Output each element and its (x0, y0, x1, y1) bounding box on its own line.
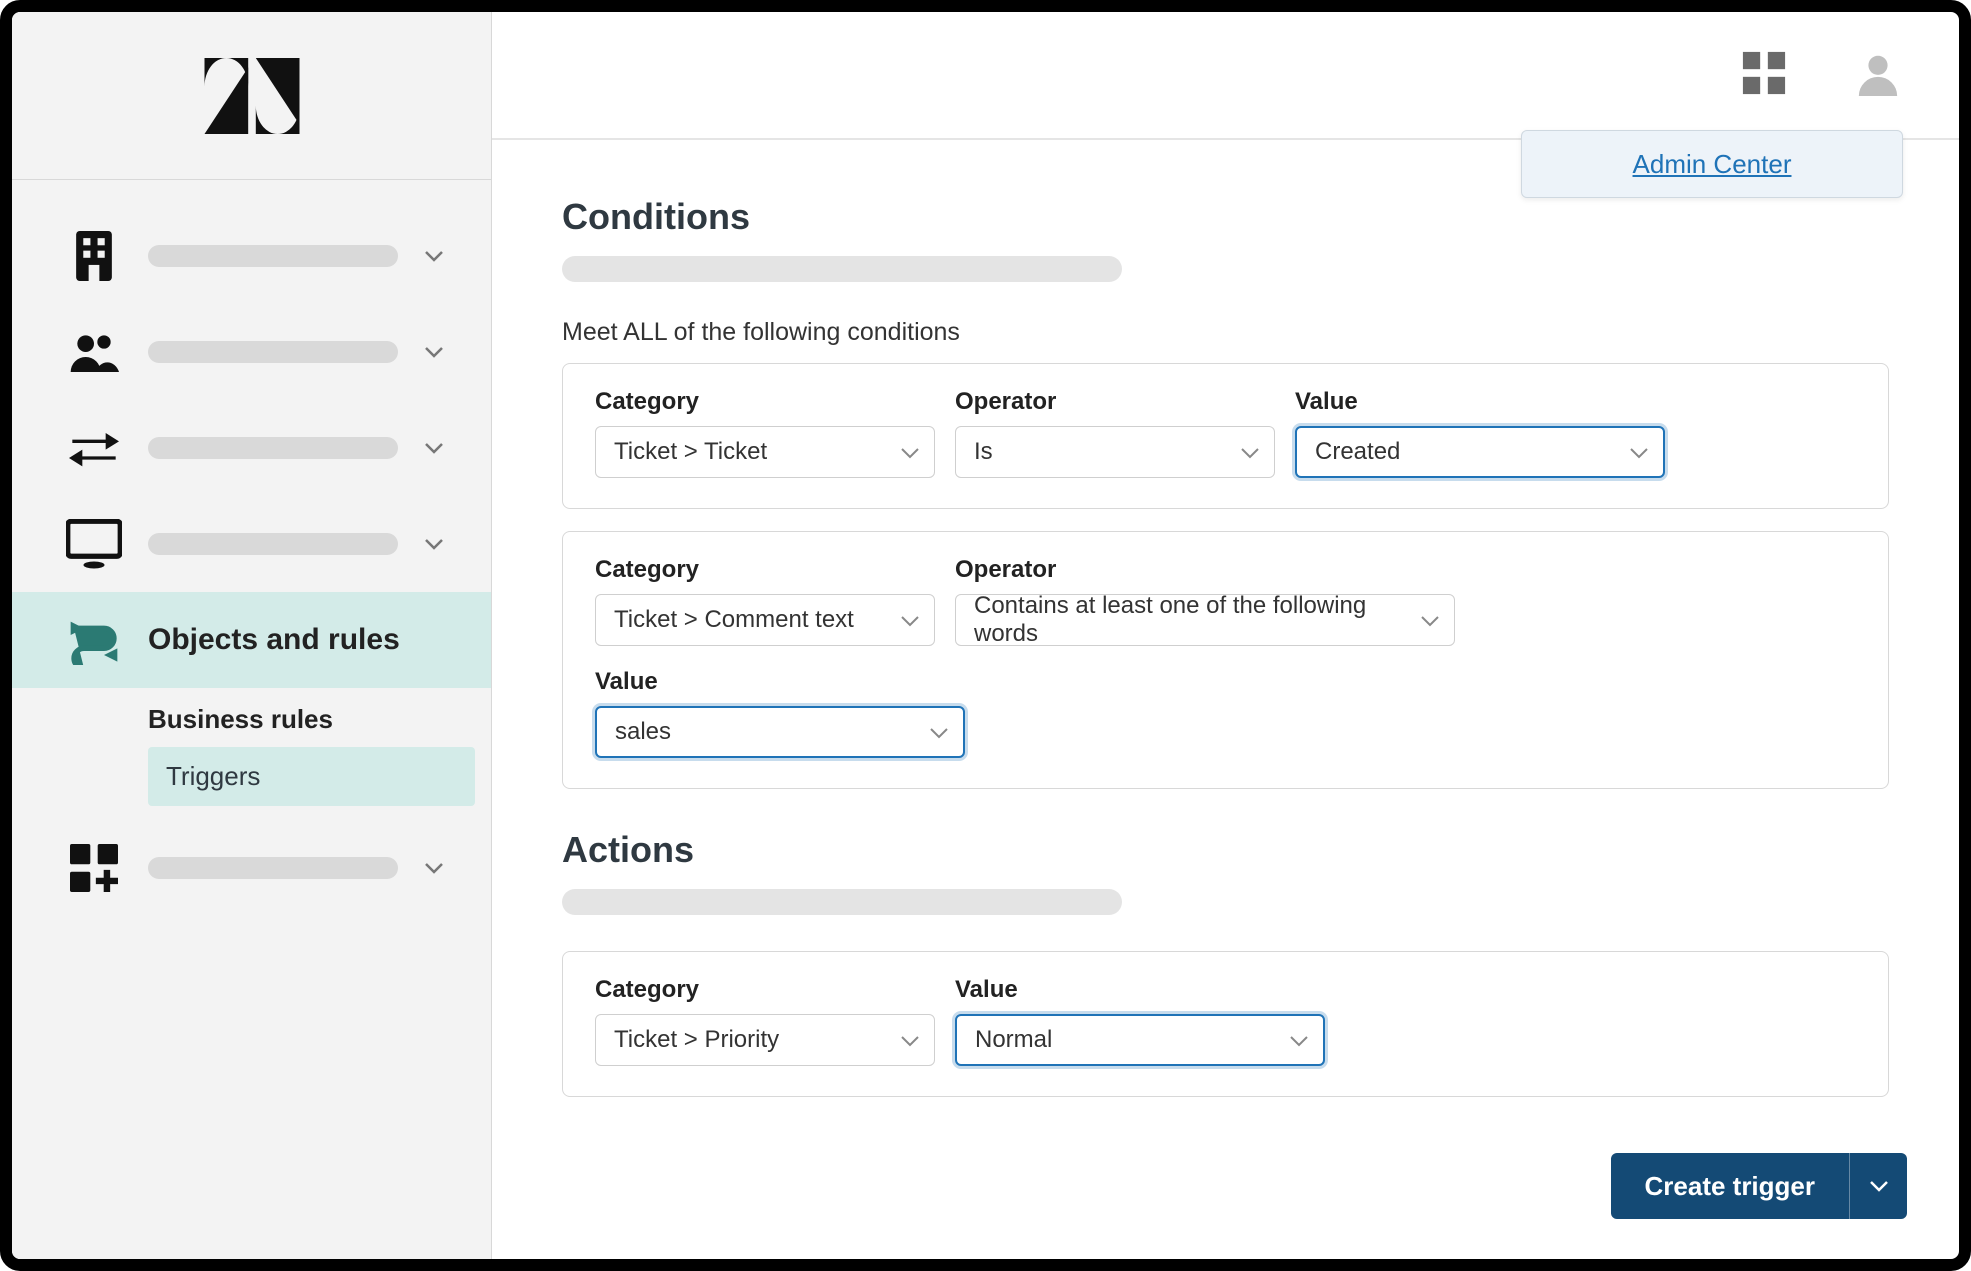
main: Admin Center Conditions Meet ALL of the … (492, 12, 1959, 1259)
conditions-subhead: Meet ALL of the following conditions (562, 318, 1889, 347)
condition1-operator-select[interactable]: Is (955, 426, 1275, 478)
create-trigger-dropdown-button[interactable] (1849, 1153, 1907, 1219)
subnav-item-triggers[interactable]: Triggers (148, 747, 475, 806)
sidebar-item-apps[interactable] (12, 820, 491, 916)
chevron-down-icon (424, 538, 444, 550)
condition2-value-select[interactable]: sales (595, 706, 965, 758)
sidebar-item-people[interactable] (12, 304, 491, 400)
select-value: Created (1315, 438, 1400, 466)
chevron-down-icon (424, 862, 444, 874)
app-switcher-icon[interactable] (1741, 50, 1787, 101)
chevron-down-icon (929, 718, 949, 746)
chevron-down-icon (424, 250, 444, 262)
monitor-icon (66, 519, 122, 569)
create-trigger-button[interactable]: Create trigger (1611, 1153, 1850, 1219)
condition1-category-select[interactable]: Ticket > Ticket (595, 426, 935, 478)
sidebar: Objects and rules Business rules Trigger… (12, 12, 492, 1259)
sidebar-item-label: Objects and rules (148, 623, 461, 657)
actions-title: Actions (562, 829, 1889, 871)
field-label-value: Value (595, 668, 965, 696)
chevron-down-icon (1629, 438, 1649, 466)
action1-value-select[interactable]: Normal (955, 1014, 1325, 1066)
select-value: Is (974, 438, 993, 466)
subnav-heading: Business rules (148, 688, 475, 747)
chevron-down-icon (1869, 1180, 1889, 1192)
condition-card-1: Category Ticket > Ticket Operator Is (562, 363, 1889, 509)
sidebar-item-placeholder (148, 341, 398, 363)
building-icon (66, 231, 122, 281)
condition1-value-select[interactable]: Created (1295, 426, 1665, 478)
sidebar-item-objects-rules[interactable]: Objects and rules (12, 592, 491, 688)
chevron-down-icon (1420, 606, 1440, 634)
sidebar-item-placeholder (148, 245, 398, 267)
user-avatar-icon[interactable] (1855, 50, 1901, 101)
sidebar-item-channels[interactable] (12, 400, 491, 496)
sidebar-item-placeholder (148, 533, 398, 555)
condition-card-2: Category Ticket > Comment text Operator … (562, 531, 1889, 789)
select-value: Ticket > Ticket (614, 438, 767, 466)
action-card-1: Category Ticket > Priority Value Normal (562, 951, 1889, 1097)
admin-center-link[interactable]: Admin Center (1633, 149, 1792, 180)
zendesk-logo-icon (204, 58, 300, 134)
select-value: Contains at least one of the following w… (974, 592, 1410, 648)
chevron-down-icon (1240, 438, 1260, 466)
sidebar-nav: Objects and rules Business rules Trigger… (12, 180, 491, 916)
field-label-value: Value (955, 976, 1325, 1004)
sidebar-subnav: Business rules Triggers (12, 688, 491, 806)
logo (12, 12, 491, 180)
field-label-value: Value (1295, 388, 1665, 416)
action1-category-select[interactable]: Ticket > Priority (595, 1014, 935, 1066)
conditions-title: Conditions (562, 196, 1889, 238)
sidebar-item-placeholder (148, 437, 398, 459)
select-value: Normal (975, 1026, 1052, 1054)
field-label-category: Category (595, 388, 935, 416)
admin-center-dropdown[interactable]: Admin Center (1521, 130, 1903, 198)
chevron-down-icon (424, 346, 444, 358)
condition2-operator-select[interactable]: Contains at least one of the following w… (955, 594, 1455, 646)
select-value: Ticket > Priority (614, 1026, 779, 1054)
content: Conditions Meet ALL of the following con… (492, 140, 1959, 1259)
actions-description-placeholder (562, 889, 1122, 915)
chevron-down-icon (900, 1026, 920, 1054)
sidebar-item-workspaces[interactable] (12, 496, 491, 592)
footer-actions: Create trigger (1611, 1153, 1908, 1219)
field-label-category: Category (595, 976, 935, 1004)
arrows-icon (66, 428, 122, 468)
select-value: sales (615, 718, 671, 746)
chevron-down-icon (900, 438, 920, 466)
condition2-category-select[interactable]: Ticket > Comment text (595, 594, 935, 646)
app-frame: Objects and rules Business rules Trigger… (0, 0, 1971, 1271)
field-label-operator: Operator (955, 556, 1455, 584)
select-value: Ticket > Comment text (614, 606, 854, 634)
field-label-category: Category (595, 556, 935, 584)
sidebar-item-placeholder (148, 857, 398, 879)
sidebar-item-account[interactable] (12, 208, 491, 304)
field-label-operator: Operator (955, 388, 1275, 416)
conditions-description-placeholder (562, 256, 1122, 282)
chevron-down-icon (900, 606, 920, 634)
workflow-icon (66, 615, 122, 665)
chevron-down-icon (424, 442, 444, 454)
apps-plus-icon (66, 844, 122, 892)
chevron-down-icon (1289, 1026, 1309, 1054)
people-icon (66, 330, 122, 374)
topbar (492, 12, 1959, 140)
